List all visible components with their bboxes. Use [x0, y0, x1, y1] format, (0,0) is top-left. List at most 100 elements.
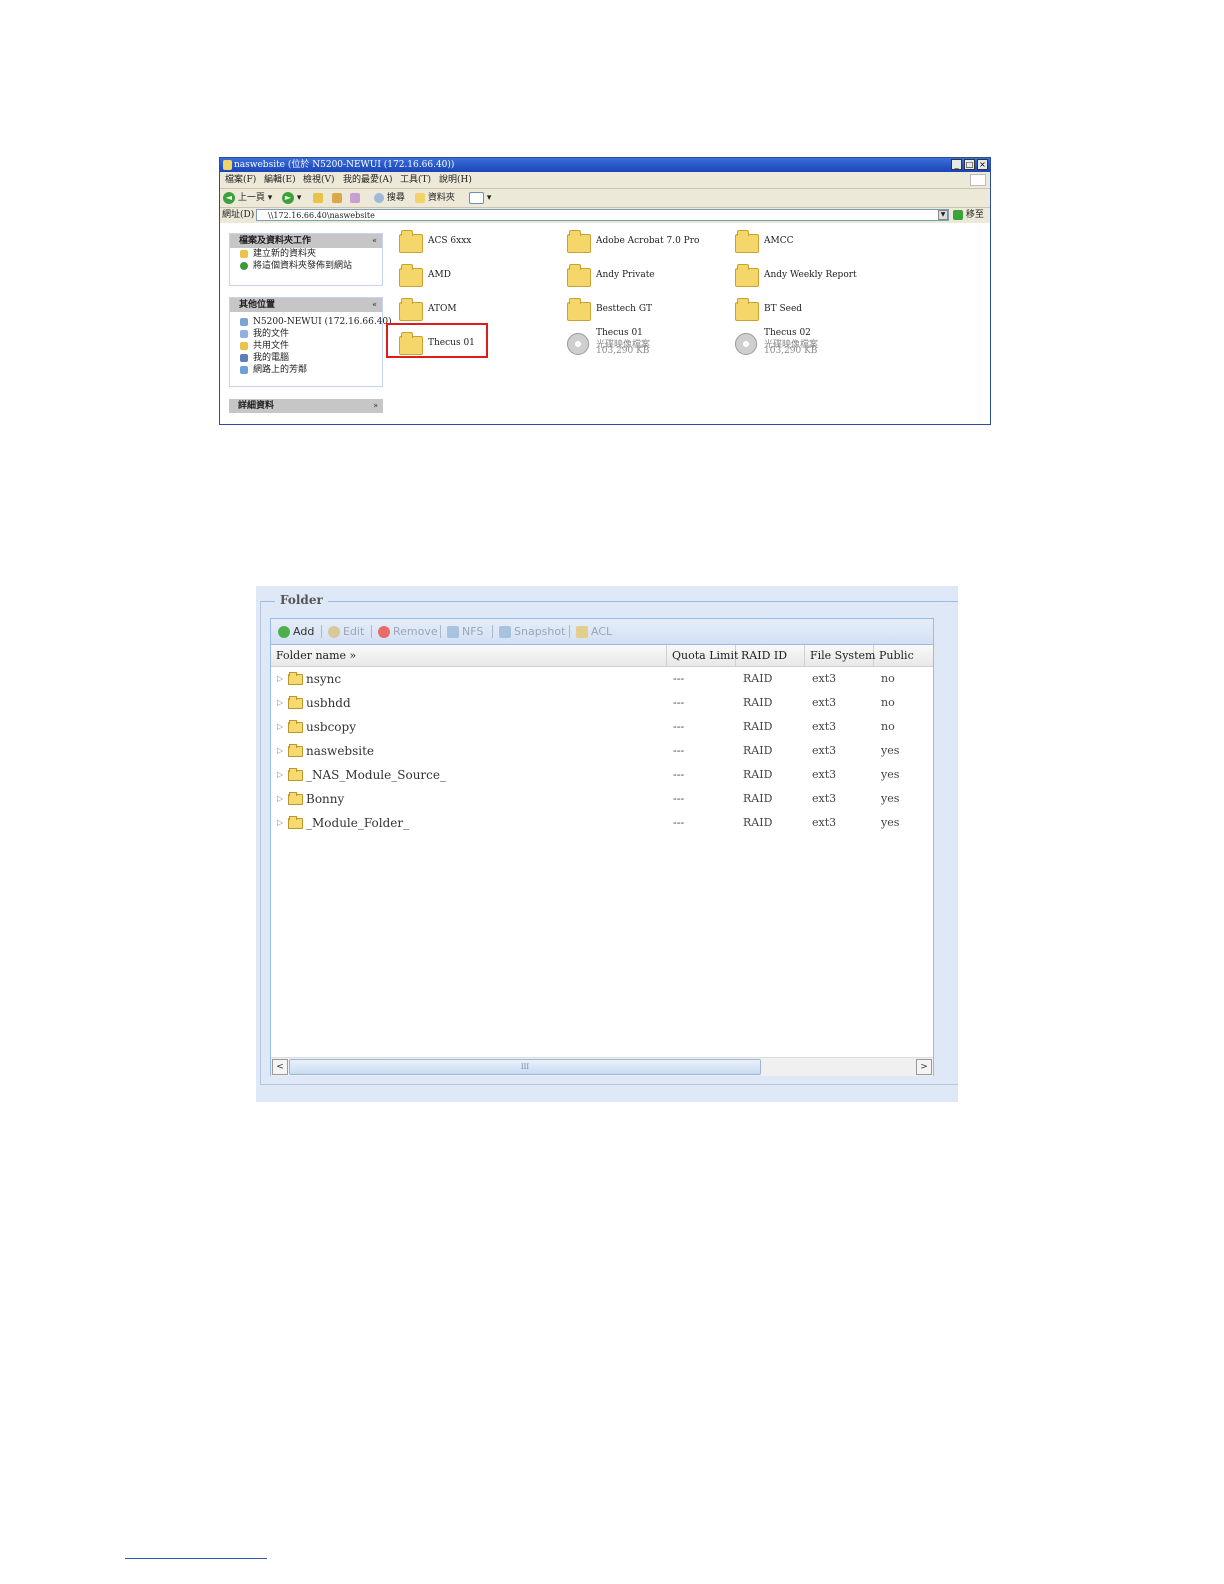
other-places-header[interactable]: 其他位置 «: [230, 298, 382, 312]
remove-button[interactable]: Remove: [378, 619, 438, 644]
place-my-documents[interactable]: 我的文件: [230, 328, 382, 340]
details-header[interactable]: 詳細資料 »: [229, 399, 383, 413]
quota-limit: ---: [673, 696, 685, 709]
table-row[interactable]: ▷ naswebsite --- RAID ext3 yes: [271, 739, 933, 763]
search-button[interactable]: 搜尋: [374, 189, 405, 207]
views-button[interactable]: ▾: [469, 189, 491, 207]
table-row[interactable]: ▷ usbhdd --- RAID ext3 no: [271, 691, 933, 715]
add-button[interactable]: Add: [278, 619, 314, 644]
task-new-folder[interactable]: 建立新的資料夾: [230, 248, 382, 260]
expand-arrow-icon[interactable]: ▷: [277, 739, 283, 763]
expand-arrow-icon[interactable]: ▷: [277, 763, 283, 787]
network-drive-icon: [240, 317, 248, 326]
place-my-computer[interactable]: 我的電腦: [230, 352, 382, 364]
menu-file[interactable]: 檔案(F): [225, 172, 256, 188]
menu-favorites[interactable]: 我的最愛(A): [343, 172, 393, 188]
folder-name: usbcopy: [306, 720, 356, 734]
col-file-system[interactable]: File System: [805, 645, 875, 666]
close-button[interactable]: ×: [977, 159, 988, 170]
place-label: 共用文件: [253, 341, 290, 351]
add-label: Add: [293, 625, 315, 638]
folder-icon: [567, 298, 591, 321]
menu-help[interactable]: 說明(H): [439, 172, 472, 188]
footnote-divider: [125, 1558, 267, 1559]
tasks-header[interactable]: 檔案及資料夾工作 «: [230, 234, 382, 248]
quota-limit: ---: [673, 672, 685, 685]
collapse-icon[interactable]: «: [372, 234, 377, 248]
search-label: 搜尋: [386, 193, 405, 203]
table-row[interactable]: ▷ usbcopy --- RAID ext3 no: [271, 715, 933, 739]
table-row[interactable]: ▷ nsync --- RAID ext3 no: [271, 667, 933, 691]
folder-icon: [399, 264, 423, 287]
place-shared-documents[interactable]: 共用文件: [230, 340, 382, 352]
folder-icon: [288, 672, 303, 685]
table-row[interactable]: ▷ _Module_Folder_ --- RAID ext3 yes: [271, 811, 933, 835]
highlight-box: [386, 323, 488, 358]
folder-name: _NAS_Module_Source_: [306, 768, 446, 782]
file-size: 103,290 KB: [596, 346, 650, 356]
folder-icon: [567, 264, 591, 287]
menu-tools[interactable]: 工具(T): [400, 172, 431, 188]
back-arrow-icon: ◄: [223, 191, 235, 204]
grid-toolbar: Add Edit Remove NFS Snapshot ACL: [271, 619, 933, 645]
window-title: naswebsite (位於 N5200-NEWUI (172.16.66.40…: [234, 160, 455, 170]
place-network[interactable]: 網路上的芳鄰: [230, 364, 382, 376]
horizontal-scrollbar[interactable]: < III >: [271, 1057, 933, 1076]
menu-edit[interactable]: 編輯(E): [264, 172, 296, 188]
folders-button[interactable]: 資料夾: [415, 189, 455, 207]
file-name: AMD: [428, 270, 451, 280]
address-bar: 網址(D) \\172.16.66.40\naswebsite ▼ 移至: [220, 208, 990, 223]
acl-label: ACL: [591, 625, 613, 638]
documents-icon: [240, 329, 248, 338]
go-button[interactable]: 移至: [953, 208, 984, 223]
public: yes: [881, 792, 900, 805]
folder-name: nsync: [306, 672, 342, 686]
task-publish[interactable]: 將這個資料夾發佈到網站: [230, 260, 382, 272]
nfs-label: NFS: [462, 625, 484, 638]
folder-icon: [735, 264, 759, 287]
public: yes: [881, 816, 900, 829]
raid-id: RAID: [743, 696, 773, 709]
folder-icon: [415, 192, 425, 203]
expand-arrow-icon[interactable]: ▷: [277, 811, 283, 835]
public: yes: [881, 768, 900, 781]
folder-panel: Folder Add Edit Remove NFS Snapshot ACL …: [256, 586, 958, 1102]
col-folder-name[interactable]: Folder name »: [271, 645, 667, 666]
acl-button[interactable]: ACL: [576, 619, 612, 644]
minimize-button[interactable]: _: [951, 159, 962, 170]
scroll-thumb[interactable]: III: [289, 1059, 761, 1075]
scroll-left-icon[interactable]: <: [272, 1059, 288, 1075]
raid-id: RAID: [743, 768, 773, 781]
col-quota-limit[interactable]: Quota Limit: [667, 645, 738, 666]
copy-to-button[interactable]: [350, 189, 360, 207]
file-name: Besttech GT: [596, 304, 653, 314]
forward-button[interactable]: ► ▾: [282, 189, 301, 207]
globe-icon: [240, 261, 248, 270]
edit-button[interactable]: Edit: [328, 619, 364, 644]
nfs-button[interactable]: NFS: [447, 619, 483, 644]
col-public[interactable]: Public: [874, 645, 933, 666]
other-places-header-label: 其他位置: [239, 300, 276, 310]
expand-arrow-icon[interactable]: ▷: [277, 691, 283, 715]
expand-arrow-icon[interactable]: ▷: [277, 667, 283, 691]
expand-arrow-icon[interactable]: ▷: [277, 715, 283, 739]
expand-arrow-icon[interactable]: ▷: [277, 787, 283, 811]
menu-view[interactable]: 檢視(V): [303, 172, 335, 188]
scroll-right-icon[interactable]: >: [916, 1059, 932, 1075]
up-folder-button[interactable]: [313, 189, 323, 207]
address-input[interactable]: \\172.16.66.40\naswebsite: [256, 209, 949, 221]
place-nas[interactable]: N5200-NEWUI (172.16.66.40): [230, 316, 392, 328]
address-dropdown-icon[interactable]: ▼: [938, 210, 948, 220]
file-name: Adobe Acrobat 7.0 Pro: [596, 236, 700, 246]
move-to-button[interactable]: [332, 189, 342, 207]
collapse-icon[interactable]: «: [372, 298, 377, 312]
snapshot-button[interactable]: Snapshot: [499, 619, 565, 644]
expand-icon[interactable]: »: [373, 399, 378, 413]
maximize-button[interactable]: □: [964, 159, 975, 170]
table-row[interactable]: ▷ _NAS_Module_Source_ --- RAID ext3 yes: [271, 763, 933, 787]
table-row[interactable]: ▷ Bonny --- RAID ext3 yes: [271, 787, 933, 811]
explorer-window: naswebsite (位於 N5200-NEWUI (172.16.66.40…: [219, 157, 991, 425]
col-raid-id[interactable]: RAID ID: [736, 645, 805, 666]
folder-grid: Add Edit Remove NFS Snapshot ACL Folder …: [270, 618, 934, 1076]
back-button[interactable]: ◄ 上一頁 ▾: [223, 189, 272, 207]
